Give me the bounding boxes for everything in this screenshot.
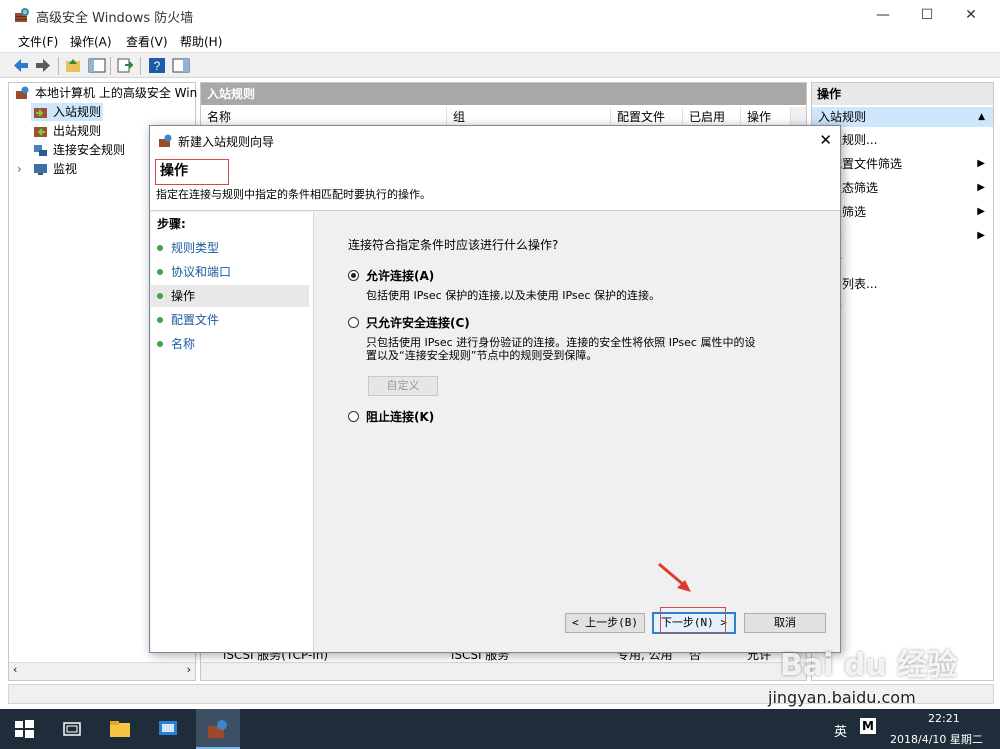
radio-block[interactable]: [348, 411, 359, 422]
baidu-watermark: Bai du 经验: [780, 648, 958, 683]
watermark-url: jingyan.baidu.com: [768, 688, 916, 707]
window-title: 高级安全 Windows 防火墙: [36, 11, 194, 26]
page-heading: 操作: [160, 163, 188, 179]
actions-header: 操作: [812, 83, 993, 105]
radio-allow-desc: 包括使用 IPsec 保护的连接,以及未使用 IPsec 保护的连接。: [366, 289, 660, 302]
clock-time[interactable]: 22:21: [928, 712, 960, 725]
radio-allow[interactable]: [348, 270, 359, 281]
actions-section-inbound[interactable]: 入站规则 ▲: [812, 107, 993, 127]
radio-secure[interactable]: [348, 317, 359, 328]
back-arrow-icon[interactable]: [12, 57, 30, 74]
pane-header: 入站规则: [201, 83, 806, 105]
dialog-close-button[interactable]: ✕: [819, 131, 832, 149]
submenu-arrow-icon: ▶: [977, 206, 985, 217]
radio-allow-label[interactable]: 允许连接(A): [366, 267, 434, 284]
dialog-titlebar: 新建入站规则向导 ✕: [150, 126, 840, 156]
tree-horizontal-scrollbar[interactable]: ‹ ›: [9, 662, 195, 680]
step-name[interactable]: 名称: [151, 333, 309, 355]
close-window-button[interactable]: ✕: [948, 0, 994, 30]
column-group[interactable]: 组: [447, 107, 611, 127]
step-rule-type[interactable]: 规则类型: [151, 237, 309, 259]
connection-security-icon: [34, 145, 47, 156]
chevron-right-icon[interactable]: ›: [17, 160, 22, 178]
file-explorer-icon[interactable]: [108, 717, 132, 741]
question-text: 连接符合指定条件时应该进行什么操作?: [348, 238, 559, 252]
new-inbound-rule-wizard: 新建入站规则向导 ✕ 操作 指定在连接与规则中指定的条件相匹配时要执行的操作。 …: [149, 125, 841, 653]
page-subtitle: 指定在连接与规则中指定的条件相匹配时要执行的操作。: [156, 188, 431, 201]
monitor-icon: [34, 164, 47, 175]
collapse-up-icon[interactable]: ▲: [978, 107, 985, 127]
cancel-button[interactable]: 取消: [744, 613, 826, 633]
firewall-icon: [208, 720, 227, 738]
forward-arrow-icon[interactable]: [34, 57, 52, 74]
maximize-button[interactable]: ☐: [904, 0, 950, 30]
windows-start-icon[interactable]: [12, 717, 36, 741]
highlight-box: [660, 607, 726, 633]
inbound-rules-icon: [34, 108, 47, 118]
window-titlebar: 高级安全 Windows 防火墙 — ☐ ✕: [0, 0, 1000, 30]
outbound-rules-icon: [34, 127, 47, 137]
radio-block-label[interactable]: 阻止连接(K): [366, 408, 434, 425]
help-icon[interactable]: ?: [148, 57, 166, 74]
column-enabled[interactable]: 已启用: [683, 107, 741, 127]
dialog-header: 操作 指定在连接与规则中指定的条件相匹配时要执行的操作。: [150, 156, 840, 211]
radio-secure-desc-2: 置以及“连接安全规则”节点中的规则受到保障。: [366, 349, 598, 362]
annotation-arrow-icon: [658, 562, 691, 592]
firewall-icon: [15, 8, 29, 22]
minimize-button[interactable]: —: [860, 0, 906, 30]
dialog-title: 新建入站规则向导: [178, 135, 275, 149]
submenu-arrow-icon: ▶: [977, 182, 985, 193]
menu-view[interactable]: 查看(V): [126, 33, 168, 50]
firewall-icon: [159, 134, 172, 147]
menubar: 文件(F) 操作(A) 查看(V) 帮助(H): [0, 30, 1000, 52]
ime-mode-icon[interactable]: M: [860, 718, 876, 734]
menu-help[interactable]: 帮助(H): [180, 33, 222, 50]
step-profile[interactable]: 配置文件: [151, 309, 309, 331]
back-button[interactable]: < 上一步(B): [565, 613, 645, 633]
wizard-steps: 步骤: 规则类型 协议和端口 操作 配置文件 名称: [151, 212, 314, 652]
toolbar: ?: [0, 52, 1000, 78]
menu-action[interactable]: 操作(A): [70, 33, 112, 50]
list-horizontal-scrollbar[interactable]: [201, 662, 806, 680]
column-profile[interactable]: 配置文件: [611, 107, 683, 127]
export-icon[interactable]: [116, 57, 134, 74]
server-manager-icon[interactable]: [156, 717, 180, 741]
task-view-icon[interactable]: [60, 717, 84, 741]
taskbar: 英 M 22:21 2018/4/10 星期二: [0, 709, 1000, 749]
column-action[interactable]: 操作: [741, 107, 791, 127]
steps-label: 步骤:: [157, 217, 186, 231]
column-name[interactable]: 名称: [201, 107, 447, 127]
customize-button[interactable]: 自定义: [368, 376, 438, 396]
ime-indicator[interactable]: 英: [834, 721, 847, 740]
submenu-arrow-icon: ▶: [977, 158, 985, 169]
scroll-left-icon[interactable]: ‹: [13, 663, 17, 676]
submenu-arrow-icon: ▶: [977, 230, 985, 241]
clock-date[interactable]: 2018/4/10 星期二: [890, 731, 983, 747]
tree-item-inbound[interactable]: 入站规则: [31, 103, 103, 121]
scroll-right-icon[interactable]: ›: [187, 663, 191, 676]
taskbar-firewall-active[interactable]: [196, 709, 240, 749]
step-protocol-port[interactable]: 协议和端口: [151, 261, 309, 283]
firewall-icon: [16, 86, 29, 99]
up-folder-icon[interactable]: [64, 57, 82, 74]
step-action[interactable]: 操作: [151, 285, 309, 307]
show-hide-action-pane-icon[interactable]: [172, 57, 190, 74]
menu-file[interactable]: 文件(F): [18, 33, 58, 50]
show-hide-tree-icon[interactable]: [88, 57, 106, 74]
radio-secure-label[interactable]: 只允许安全连接(C): [366, 314, 470, 331]
svg-text:?: ?: [154, 59, 161, 73]
